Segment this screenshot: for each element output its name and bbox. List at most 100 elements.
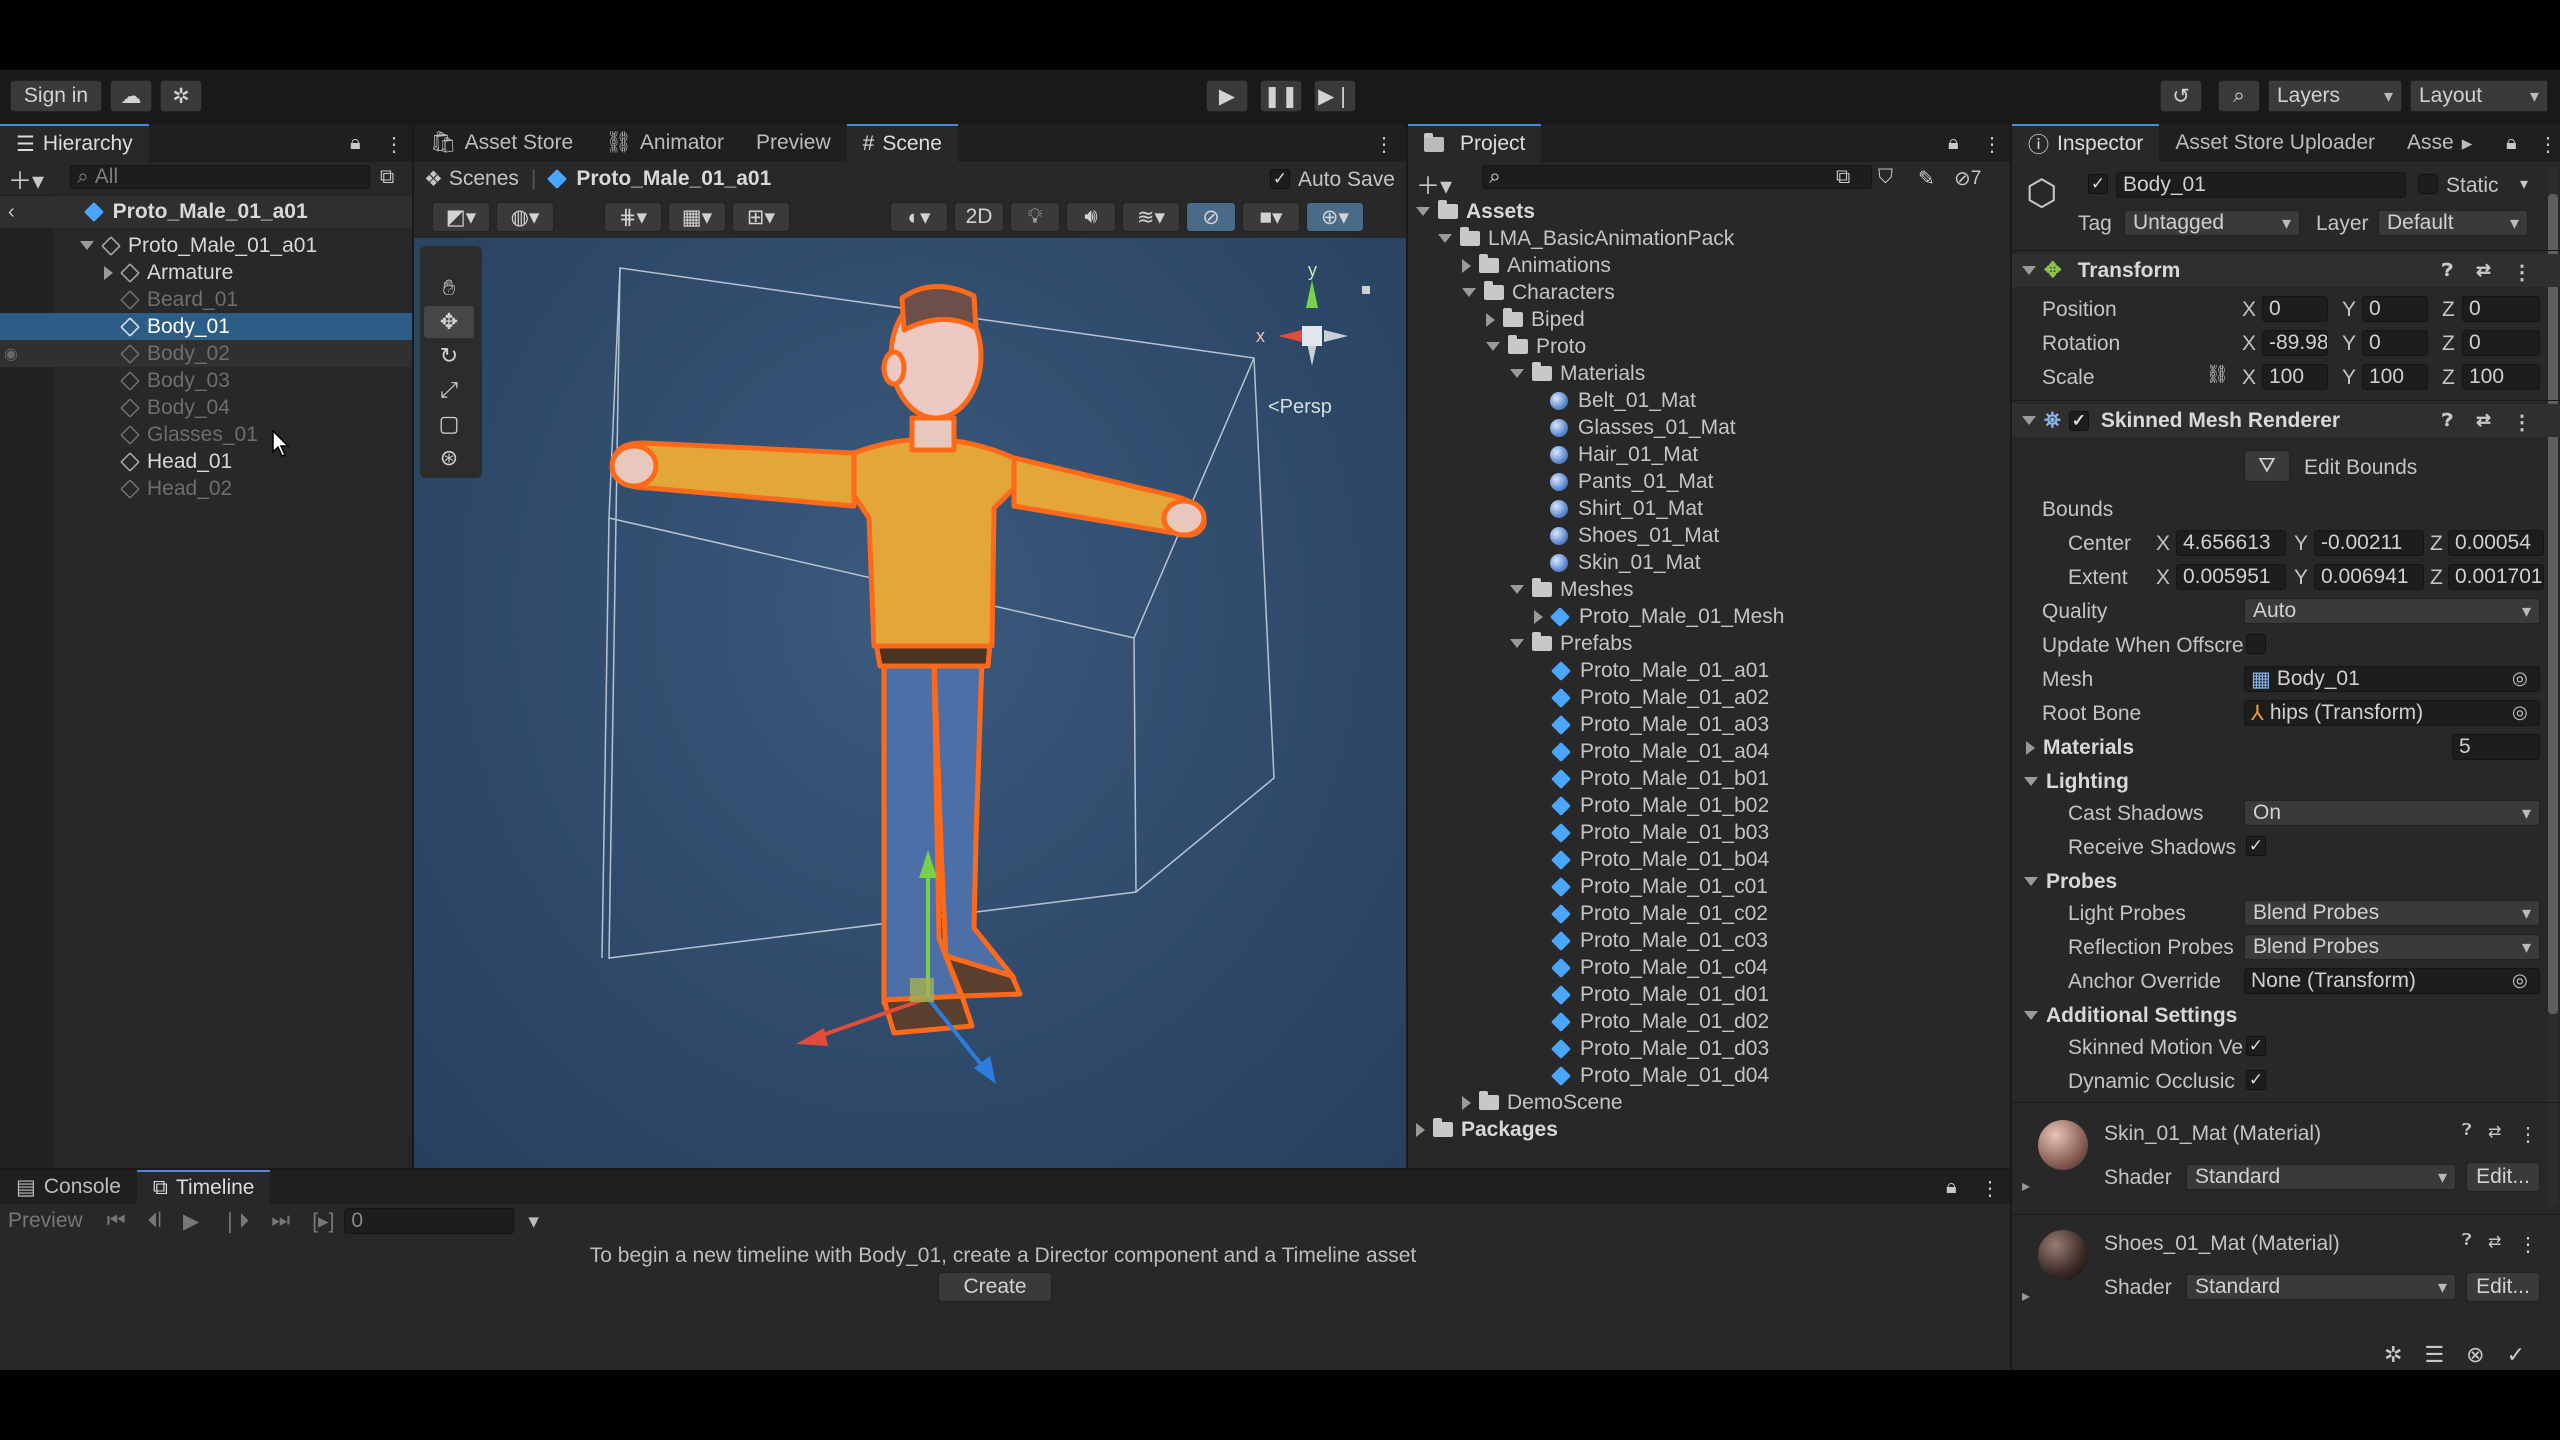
quality-dropdown[interactable]: Auto	[2244, 598, 2540, 624]
breadcrumb-root[interactable]: Scenes	[449, 167, 519, 191]
visibility-toggle[interactable]: ⊘	[1186, 202, 1236, 232]
center-z[interactable]: 0.00054	[2448, 530, 2544, 556]
project-item[interactable]: LMA_BasicAnimationPack	[1408, 225, 2010, 252]
more-icon[interactable]: ⋮	[2538, 132, 2558, 157]
search-button[interactable]: ⌕	[2218, 80, 2260, 112]
last-frame-icon[interactable]: ⏭	[271, 1209, 290, 1233]
help-icon[interactable]: ❓︎	[2462, 1232, 2472, 1250]
breadcrumb-item[interactable]: Proto_Male_01_a01	[576, 167, 771, 191]
rotation-x[interactable]: -89.98	[2262, 330, 2328, 356]
debug-icon[interactable]: ✲	[2384, 1342, 2402, 1368]
object-picker-icon[interactable]: ◎	[2512, 970, 2528, 991]
project-search-input[interactable]: ⌕	[1482, 165, 1872, 189]
back-icon[interactable]: ‹	[8, 201, 15, 224]
help-icon[interactable]: ❓︎	[2462, 1122, 2472, 1140]
expand-icon[interactable]	[1486, 312, 1495, 327]
expand-icon[interactable]	[1462, 258, 1471, 273]
more-icon[interactable]: ⋮	[1980, 1176, 2000, 1201]
hierarchy-item[interactable]: Beard_01	[0, 286, 412, 313]
more-icon[interactable]: ⋮	[1982, 132, 2002, 157]
more-icon[interactable]: ⋮	[1374, 132, 1394, 157]
chevron-down-icon[interactable]: ▾	[528, 1209, 539, 1234]
presets-icon[interactable]: ⇄	[2488, 1232, 2501, 1252]
project-item[interactable]: Hair_01_Mat	[1408, 441, 2010, 468]
create-timeline-button[interactable]: Create	[938, 1272, 1052, 1302]
extent-x[interactable]: 0.005951	[2176, 564, 2286, 590]
hierarchy-item[interactable]: Proto_Male_01_a01	[0, 232, 412, 259]
tab-inspector[interactable]: ⓘ Inspector	[2012, 124, 2160, 162]
expand-icon[interactable]	[2026, 740, 2035, 755]
hierarchy-search-input[interactable]: ⌕ All	[70, 165, 370, 189]
active-checkbox[interactable]: ✓	[2088, 174, 2108, 194]
project-item[interactable]: Packages	[1408, 1116, 2010, 1143]
project-item[interactable]: Belt_01_Mat	[1408, 387, 2010, 414]
probes-foldout[interactable]: Probes	[2012, 868, 2560, 895]
hierarchy-item[interactable]: Head_01	[0, 448, 412, 475]
project-item[interactable]: Proto_Male_01_d04	[1408, 1062, 2010, 1089]
stack-icon[interactable]: ☰	[2424, 1342, 2444, 1368]
project-item[interactable]: Proto_Male_01_b04	[1408, 846, 2010, 873]
object-name-input[interactable]: Body_01	[2116, 172, 2406, 198]
label-icon[interactable]: ✎	[1918, 166, 1935, 191]
tab-scene[interactable]: # Scene	[846, 124, 958, 162]
project-item[interactable]: Proto_Male_01_d03	[1408, 1035, 2010, 1062]
project-item[interactable]: Proto_Male_01_d01	[1408, 981, 2010, 1008]
shader-dropdown[interactable]: Standard	[2186, 1164, 2456, 1190]
position-x[interactable]: 0	[2262, 296, 2328, 322]
project-item[interactable]: Proto_Male_01_c03	[1408, 927, 2010, 954]
presets-icon[interactable]: ⇄	[2488, 1122, 2501, 1142]
search-by-type-icon[interactable]: ⧉	[1836, 166, 1850, 189]
project-item[interactable]: Proto_Male_01_a01	[1408, 657, 2010, 684]
layer-dropdown[interactable]: Default	[2378, 210, 2528, 236]
scale-z[interactable]: 100	[2462, 364, 2540, 390]
project-item[interactable]: Assets	[1408, 198, 2010, 225]
object-picker-icon[interactable]: ◎	[2512, 702, 2528, 723]
project-item[interactable]: Animations	[1408, 252, 2010, 279]
position-z[interactable]: 0	[2462, 296, 2540, 322]
light-probes-dropdown[interactable]: Blend Probes	[2244, 900, 2540, 926]
increment-snap-button[interactable]: ⊞▾	[732, 202, 790, 232]
presets-icon[interactable]: ⇄	[2476, 410, 2491, 431]
project-item[interactable]: Glasses_01_Mat	[1408, 414, 2010, 441]
project-item[interactable]: Meshes	[1408, 576, 2010, 603]
gizmos-button[interactable]: ⊕▾	[1306, 202, 1364, 232]
receive-shadows-checkbox[interactable]: ✓	[2246, 836, 2266, 856]
project-item[interactable]: Proto_Male_01_a02	[1408, 684, 2010, 711]
tab-hierarchy[interactable]: ☰ Hierarchy	[0, 124, 149, 162]
preview-button[interactable]: Preview	[8, 1209, 83, 1233]
project-item[interactable]: Proto	[1408, 333, 2010, 360]
collapse-icon[interactable]	[2022, 266, 2036, 275]
filter-type-icon[interactable]: ⛉	[1878, 166, 1893, 189]
lighting-foldout[interactable]: Lighting	[2012, 768, 2560, 795]
sign-in-button[interactable]: Sign in	[10, 80, 102, 112]
history-button[interactable]: ↺	[2160, 80, 2202, 112]
layers-dropdown[interactable]: Layers	[2268, 80, 2402, 112]
tab-asset-overflow[interactable]: Asse ▸	[2391, 124, 2476, 162]
project-item[interactable]: Proto_Male_01_a03	[1408, 711, 2010, 738]
project-item[interactable]: Proto_Male_01_b01	[1408, 765, 2010, 792]
help-icon[interactable]: ❓︎	[2442, 260, 2453, 281]
scale-y[interactable]: 100	[2362, 364, 2428, 390]
object-picker-icon[interactable]: ◎	[2512, 668, 2528, 689]
2d-toggle[interactable]: 2D	[954, 202, 1004, 232]
expand-icon[interactable]	[1416, 207, 1430, 216]
project-item[interactable]: Characters	[1408, 279, 2010, 306]
cloud-button[interactable]: ☁	[110, 80, 152, 112]
project-item[interactable]: Shoes_01_Mat	[1408, 522, 2010, 549]
expand-icon[interactable]	[1486, 342, 1500, 351]
edit-bounds-button[interactable]: ⛛	[2244, 450, 2290, 482]
lock-icon[interactable]: 🔒︎	[1946, 1176, 1957, 1199]
tab-asset-store-uploader[interactable]: Asset Store Uploader	[2159, 124, 2391, 162]
scale-x[interactable]: 100	[2262, 364, 2328, 390]
project-item[interactable]: Proto_Male_01_b02	[1408, 792, 2010, 819]
tab-project[interactable]: Project	[1408, 124, 1542, 162]
expand-icon[interactable]	[1416, 1122, 1425, 1137]
collapse-icon[interactable]	[2024, 1011, 2038, 1020]
static-dropdown-icon[interactable]: ▾	[2520, 174, 2528, 194]
collab-button[interactable]: ✲	[160, 80, 202, 112]
edit-shader-button[interactable]: Edit...	[2466, 1162, 2540, 1192]
more-icon[interactable]: ⋮	[384, 132, 404, 157]
layout-dropdown[interactable]: Layout	[2410, 80, 2548, 112]
project-item[interactable]: Pants_01_Mat	[1408, 468, 2010, 495]
hierarchy-item[interactable]: ◉ Body_02	[0, 340, 412, 367]
